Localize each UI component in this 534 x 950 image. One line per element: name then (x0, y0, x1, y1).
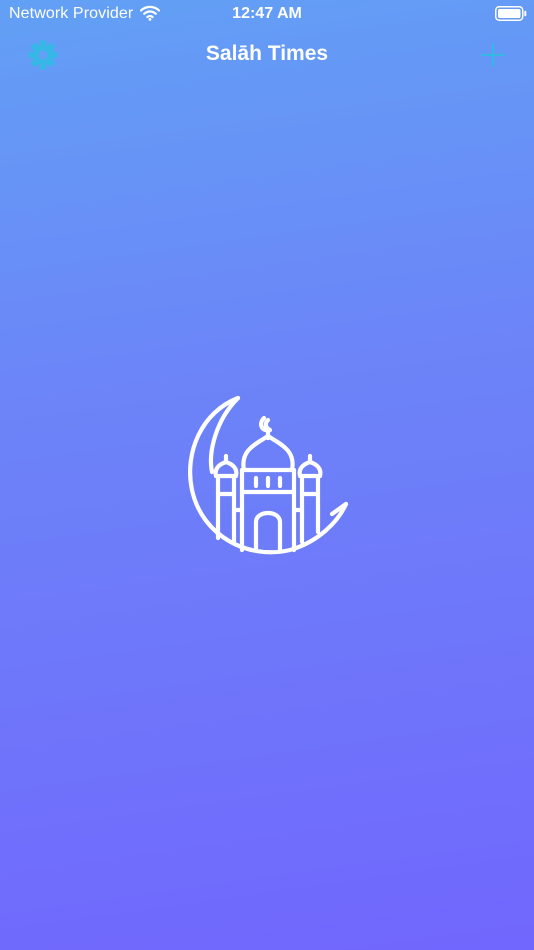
mosque-crescent-icon (188, 395, 349, 555)
status-time: 12:47 AM (232, 5, 302, 22)
status-bar: Network Provider 12:47 AM (0, 0, 534, 28)
add-button[interactable] (474, 37, 512, 73)
plus-icon (481, 43, 505, 67)
page-title: Salāh Times (205, 42, 329, 65)
battery-icon (495, 6, 527, 21)
navigation-bar: Salāh Times (0, 28, 534, 82)
